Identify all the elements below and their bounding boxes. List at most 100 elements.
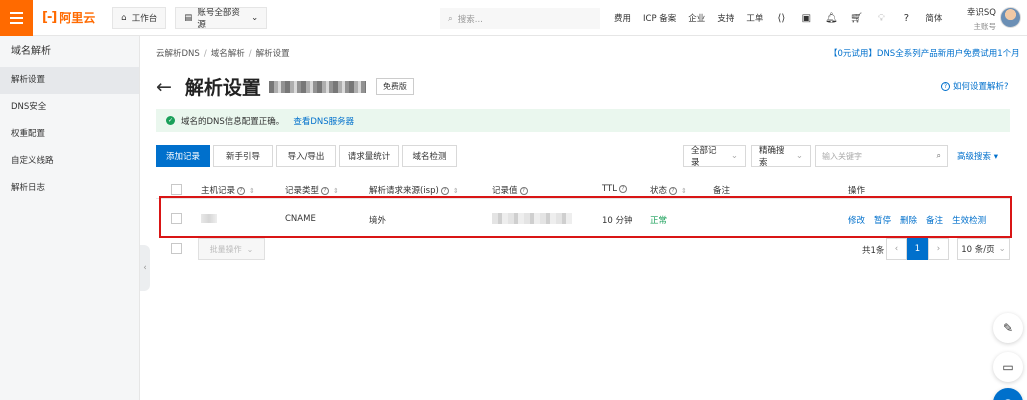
back-arrow-icon[interactable]: ← xyxy=(156,77,172,97)
chevron-down-icon: ⌄ xyxy=(795,151,803,161)
question-icon: ? xyxy=(519,186,528,195)
resources-label: 账号全部资源 xyxy=(197,7,240,30)
nav-enterprise[interactable]: 企业 xyxy=(688,12,705,24)
workbench-button[interactable]: ⌂ 工作台 xyxy=(112,6,167,29)
nav-icp[interactable]: ICP 备案 xyxy=(643,12,676,24)
sort-icon[interactable]: ⇕ xyxy=(333,187,339,195)
guide-button[interactable]: 新手引导 xyxy=(213,145,273,167)
th-isp[interactable]: 解析请求来源(isp)? ⇕ xyxy=(369,184,459,196)
batch-actions-dropdown[interactable]: 批量操作 ⌄ xyxy=(198,238,265,260)
user-info[interactable]: 幸识SQ 主账号 xyxy=(966,6,996,32)
sidebar-collapse-handle[interactable]: ‹ xyxy=(140,245,150,291)
select-all-checkbox[interactable] xyxy=(171,184,182,195)
add-record-button[interactable]: 添加记录 xyxy=(156,145,210,167)
home-icon: ⌂ xyxy=(121,12,127,23)
resources-dropdown[interactable]: ▤ 账号全部资源 ⌄ xyxy=(175,6,268,30)
sidebar-item-dns-settings[interactable]: 解析设置 xyxy=(0,67,139,94)
terminal-icon[interactable]: ▣ xyxy=(800,12,812,24)
notice-text: 域名的DNS信息配置正确。 xyxy=(181,116,285,127)
user-name: 幸识SQ xyxy=(966,8,996,18)
th-host[interactable]: 主机记录? ⇕ xyxy=(201,184,255,196)
bell-icon[interactable]: 🔔︎ xyxy=(825,12,838,24)
sidebar-item-logs[interactable]: 解析日志 xyxy=(0,175,139,202)
th-type[interactable]: 记录类型? ⇕ xyxy=(285,184,339,196)
chat-icon[interactable]: ▭ xyxy=(993,352,1023,382)
chevron-down-icon: ⌄ xyxy=(246,244,254,254)
sort-icon[interactable]: ⇕ xyxy=(681,187,687,195)
chevron-down-icon: ⌄ xyxy=(730,151,738,161)
question-icon: ? xyxy=(237,186,246,195)
th-value-label: 记录值 xyxy=(492,186,518,196)
view-dns-servers-link[interactable]: 查看DNS服务器 xyxy=(293,115,354,127)
th-status-label: 状态 xyxy=(650,186,668,196)
table-footer: 批量操作 ⌄ 共1条 ‹ 1 › 10 条/页 ⌄ xyxy=(156,238,1010,262)
breadcrumb-item[interactable]: 云解析DNS xyxy=(156,49,200,59)
help-link-label: 如何设置解析? xyxy=(953,82,1009,92)
highlight-box xyxy=(159,196,1012,238)
language-switch[interactable]: 简体 xyxy=(925,12,942,24)
record-filter-select[interactable]: 全部记录 ⌄ xyxy=(683,145,746,168)
title-row: ← 解析设置 免费版 xyxy=(156,73,414,100)
logo[interactable]: [-] 阿里云 xyxy=(42,9,95,26)
th-ops: 操作 xyxy=(848,186,866,196)
domain-name-masked xyxy=(268,80,366,93)
chevron-left-icon: ‹ xyxy=(143,263,147,273)
page-button-current[interactable]: 1 xyxy=(907,238,928,260)
search-type-select[interactable]: 精确搜索 ⌄ xyxy=(751,145,811,168)
th-type-label: 记录类型 xyxy=(285,186,320,196)
th-host-label: 主机记录 xyxy=(201,186,236,196)
menu-icon[interactable] xyxy=(0,0,33,36)
dns-status-notice: ✓ 域名的DNS信息配置正确。 查看DNS服务器 xyxy=(156,109,1010,132)
nav-ticket[interactable]: 工单 xyxy=(746,12,763,24)
help-icon[interactable]: ? xyxy=(900,12,912,24)
promo-link[interactable]: 【0元试用】DNS全系列产品新用户免费试用1个月 xyxy=(829,47,1020,59)
sidebar-title: 域名解析 xyxy=(11,46,51,57)
top-nav: 费用 ICP 备案 企业 支持 工单 ⟨⟩ ▣ 🔔︎ 🛒︎ 💡︎ ? 简体 xyxy=(614,0,954,36)
workbench-label: 工作台 xyxy=(131,13,158,24)
advanced-search-link[interactable]: 高级搜索 ▾ xyxy=(957,150,998,162)
code-icon[interactable]: ⟨⟩ xyxy=(775,12,787,24)
footer-select-all-checkbox[interactable] xyxy=(171,243,182,254)
nav-fees[interactable]: 费用 xyxy=(614,12,631,24)
domain-check-button[interactable]: 域名检测 xyxy=(402,145,457,167)
search-type-value: 精确搜索 xyxy=(759,146,785,168)
lightbulb-icon[interactable]: 💡︎ xyxy=(875,12,887,24)
next-page-button[interactable]: › xyxy=(928,238,949,260)
sidebar-item-weight[interactable]: 权重配置 xyxy=(0,121,139,148)
page-size-select[interactable]: 10 条/页 ⌄ xyxy=(957,238,1010,260)
question-icon: ? xyxy=(669,186,678,195)
sort-icon[interactable]: ⇕ xyxy=(453,187,459,195)
prev-page-button[interactable]: ‹ xyxy=(886,238,907,260)
logo-mark-icon: [-] xyxy=(42,10,57,25)
search-icon: ⌕ xyxy=(448,13,453,24)
sidebar-item-dns-security[interactable]: DNS安全 xyxy=(0,94,139,121)
sort-icon[interactable]: ⇕ xyxy=(249,187,255,195)
sidebar-item-custom-line[interactable]: 自定义线路 xyxy=(0,148,139,175)
edit-feedback-icon[interactable]: ✎ xyxy=(993,313,1023,343)
user-role: 主账号 xyxy=(973,22,997,31)
sidebar: 域名解析 解析设置 DNS安全 权重配置 自定义线路 解析日志 xyxy=(0,36,140,400)
edition-badge: 免费版 xyxy=(375,78,414,95)
question-icon: ? xyxy=(440,186,449,195)
advanced-search-label: 高级搜索 xyxy=(957,152,992,162)
avatar[interactable] xyxy=(1000,7,1021,28)
th-ttl-label: TTL xyxy=(602,184,617,194)
th-isp-label: 解析请求来源(isp) xyxy=(369,186,439,196)
th-remark: 备注 xyxy=(713,186,731,196)
question-icon: ? xyxy=(618,184,627,193)
search-icon[interactable]: ⌕ xyxy=(937,151,941,161)
th-ttl: TTL? xyxy=(602,184,627,194)
nav-support[interactable]: 支持 xyxy=(717,12,734,24)
logo-text: 阿里云 xyxy=(59,11,96,25)
request-stats-button[interactable]: 请求量统计 xyxy=(339,145,399,167)
global-search-input[interactable]: ⌕ 搜索... xyxy=(440,8,600,29)
help-link[interactable]: ? 如何设置解析? xyxy=(941,80,1009,92)
import-export-button[interactable]: 导入/导出 xyxy=(276,145,336,167)
keyword-input[interactable]: 输入关键字 ⌕ xyxy=(815,145,948,167)
action-toolbar: 添加记录 新手引导 导入/导出 请求量统计 域名检测 xyxy=(156,145,457,167)
cart-icon[interactable]: 🛒︎ xyxy=(850,12,863,24)
assistant-icon[interactable]: ● xyxy=(993,388,1023,400)
breadcrumb-item[interactable]: 域名解析 xyxy=(211,49,245,59)
th-status[interactable]: 状态? ⇕ xyxy=(650,184,687,196)
check-circle-icon: ✓ xyxy=(166,116,175,125)
